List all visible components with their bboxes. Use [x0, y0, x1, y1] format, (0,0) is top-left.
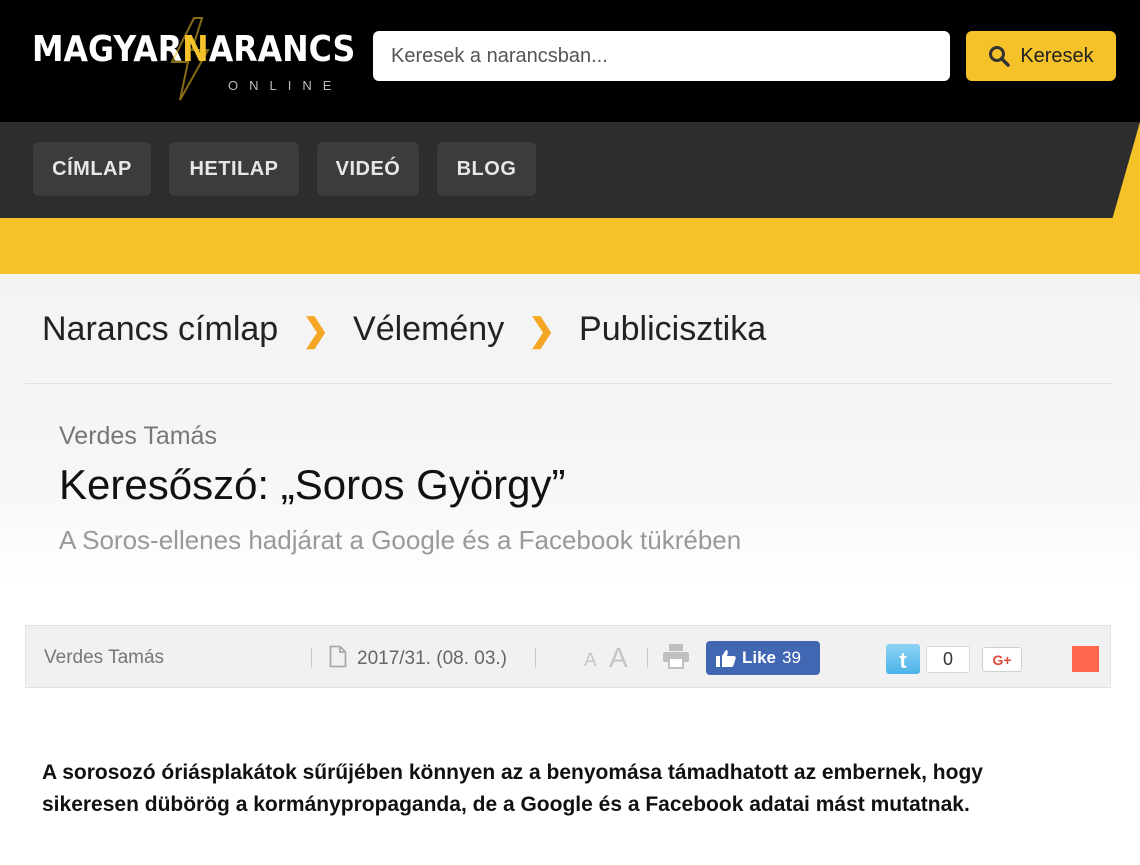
- nav-item-cimlap[interactable]: CÍMLAP: [33, 142, 151, 196]
- thumbs-up-icon: [716, 650, 736, 667]
- breadcrumb-chevron-icon: ❯: [302, 311, 330, 348]
- nav-accent-slant: [1112, 122, 1140, 220]
- site-logo[interactable]: MAGYARNARANCS ONLINE: [32, 17, 355, 101]
- twitter-icon[interactable]: t: [886, 644, 920, 674]
- like-label: Like: [742, 648, 777, 667]
- share-square-icon[interactable]: [1072, 646, 1099, 672]
- like-count: 39: [782, 648, 801, 667]
- nav-item-video[interactable]: VIDEÓ: [317, 142, 419, 196]
- article-meta-bar: Verdes Tamás 2017/31. (08. 03.) A A Like…: [25, 625, 1111, 688]
- document-icon: [329, 645, 347, 668]
- font-increase-button[interactable]: A: [609, 642, 628, 674]
- twitter-count: 0: [926, 646, 970, 673]
- meta-author[interactable]: Verdes Tamás: [44, 647, 164, 669]
- facebook-like-button[interactable]: Like 39: [706, 641, 820, 675]
- meta-separator: [311, 648, 312, 668]
- meta-separator: [647, 648, 648, 668]
- breadcrumb-item-home[interactable]: Narancs címlap: [42, 310, 278, 349]
- search-input[interactable]: [373, 31, 950, 81]
- nav-item-hetilap[interactable]: HETILAP: [169, 142, 299, 196]
- print-icon[interactable]: [662, 643, 690, 669]
- google-plus-icon[interactable]: G+: [982, 647, 1022, 672]
- nav-item-blog[interactable]: BLOG: [437, 142, 536, 196]
- issue-date[interactable]: 2017/31. (08. 03.): [357, 648, 507, 670]
- divider: [25, 383, 1112, 384]
- breadcrumb-item-publicisztika[interactable]: Publicisztika: [579, 310, 766, 349]
- article-subtitle: A Soros-ellenes hadjárat a Google és a F…: [59, 525, 742, 555]
- search-button-label: Keresek: [1020, 44, 1094, 67]
- search-icon: [989, 46, 1011, 67]
- logo-subtitle: ONLINE: [228, 78, 343, 93]
- font-decrease-button[interactable]: A: [584, 650, 597, 672]
- search-button[interactable]: Keresek: [966, 31, 1116, 81]
- article-lead: A sorosozó óriásplakátok sűrűjében könny…: [42, 761, 983, 816]
- accent-band: [0, 218, 1140, 274]
- article-title: Keresőszó: „Soros György”: [59, 461, 566, 508]
- breadcrumb-chevron-icon: ❯: [528, 311, 556, 348]
- main-nav: CÍMLAP HETILAP VIDEÓ BLOG: [0, 122, 1140, 220]
- bolt-icon: [170, 17, 210, 101]
- breadcrumb-item-velemeny[interactable]: Vélemény: [353, 310, 504, 349]
- meta-separator: [535, 648, 536, 668]
- site-header: MAGYARNARANCS ONLINE Keresek: [0, 0, 1140, 122]
- breadcrumb: Narancs címlap ❯ Vélemény ❯ Publicisztik…: [42, 310, 766, 349]
- logo-word-2: ARANCS: [208, 29, 356, 70]
- article-author[interactable]: Verdes Tamás: [59, 422, 217, 451]
